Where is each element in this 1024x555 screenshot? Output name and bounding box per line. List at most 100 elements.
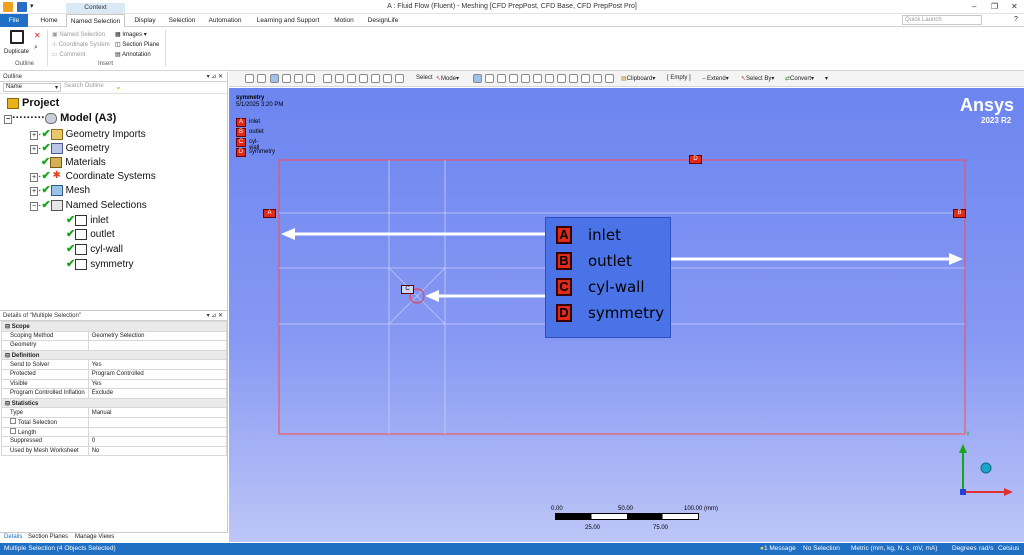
- zoom-out-icon[interactable]: [257, 74, 266, 83]
- section-plane-button[interactable]: ◫ Section Plane: [115, 41, 159, 48]
- select-vertex-icon[interactable]: [473, 74, 482, 83]
- tree-mesh[interactable]: + ·✔ Mesh: [30, 183, 90, 196]
- zoom-fit-icon[interactable]: [371, 74, 380, 83]
- units-menu[interactable]: Metric (mm, kg, N, s, mV, mA): [851, 545, 937, 552]
- property-value[interactable]: Yes: [87, 359, 228, 370]
- tab-selection[interactable]: Selection: [166, 14, 198, 27]
- mode-button[interactable]: ↖Mode▾: [436, 75, 459, 82]
- collapse-icon[interactable]: −: [4, 115, 13, 124]
- tab-manage-views[interactable]: Manage Views: [75, 534, 114, 540]
- restore-icon[interactable]: ❐: [991, 2, 998, 11]
- tab-details[interactable]: Details: [4, 534, 22, 540]
- tab-named-selection[interactable]: Named Selection: [66, 14, 125, 28]
- property-value[interactable]: Program Controlled: [87, 368, 228, 380]
- previous-view-icon[interactable]: [395, 74, 404, 83]
- tree-coordinate-systems[interactable]: + ·✔ ✱ Coordinate Systems: [30, 169, 156, 182]
- minimize-icon[interactable]: –: [972, 2, 976, 11]
- tag-c[interactable]: C: [401, 285, 414, 294]
- checkbox[interactable]: [10, 418, 16, 425]
- filter-icon[interactable]: ⌄: [115, 82, 122, 91]
- property-value[interactable]: Geometry Selection: [87, 330, 228, 342]
- delete-icon[interactable]: ✕: [34, 31, 41, 40]
- messages-indicator[interactable]: ●1 Message: [760, 545, 796, 552]
- group-scope[interactable]: ⊟ Scope: [1, 321, 227, 332]
- tag-b[interactable]: B: [953, 209, 966, 218]
- tree-project[interactable]: Project: [7, 97, 59, 109]
- select-all-icon[interactable]: [605, 74, 614, 83]
- group-statistics[interactable]: ⊟ Statistics: [1, 397, 227, 409]
- angular-velocity-units[interactable]: rad/s: [979, 545, 993, 552]
- named-selection-button[interactable]: ▣ Named Selection: [52, 31, 105, 38]
- toolbar-overflow-icon[interactable]: ▾: [825, 75, 828, 82]
- tab-file[interactable]: File: [0, 14, 28, 27]
- property-value[interactable]: [87, 340, 228, 351]
- tree-cyl-wall[interactable]: ✔ cyl-wall: [66, 242, 123, 255]
- tree-inlet[interactable]: ✔ inlet: [66, 213, 109, 226]
- select-edge-icon[interactable]: [485, 74, 494, 83]
- extend-button[interactable]: ⇔Extend▾: [701, 75, 729, 82]
- tree-named-selections[interactable]: − ·✔ Named Selections: [30, 198, 147, 211]
- close-window-icon[interactable]: ✕: [1011, 2, 1018, 11]
- tab-display[interactable]: Display: [130, 14, 160, 27]
- tree-outlet[interactable]: ✔ outlet: [66, 227, 115, 240]
- graphics-viewport[interactable]: symmetry 5/1/2025 3:20 PM Ansys 2023 R2 …: [229, 88, 1024, 542]
- comment-button[interactable]: ▭ Comment: [52, 51, 85, 58]
- quick-access-dropdown-icon[interactable]: ▾: [30, 2, 34, 10]
- property-value[interactable]: Exclude: [87, 388, 228, 399]
- expand-icon[interactable]: +: [30, 131, 39, 140]
- select-mesh-icon[interactable]: [557, 74, 566, 83]
- pin-close-icon[interactable]: ▾ ⊿ ✕: [207, 312, 223, 319]
- view-front-icon[interactable]: [282, 74, 291, 83]
- annotation-legend[interactable]: A inlet B outlet C cyl-wall D symmetry: [545, 217, 671, 338]
- tab-home[interactable]: Home: [36, 14, 62, 27]
- group-definition[interactable]: ⊟ Definition: [1, 349, 227, 361]
- expand-icon[interactable]: +: [30, 187, 39, 196]
- clipboard-button[interactable]: ▤Clipboard▾: [621, 75, 655, 82]
- angle-units[interactable]: Degrees: [952, 545, 977, 552]
- box-zoom-icon[interactable]: [359, 74, 368, 83]
- help-icon[interactable]: ?: [1014, 16, 1018, 23]
- select-button[interactable]: Select: [416, 75, 433, 81]
- select-face-icon[interactable]: [497, 74, 506, 83]
- save-icon[interactable]: [17, 2, 27, 12]
- temperature-units[interactable]: Celsius: [998, 545, 1019, 552]
- outline-filter-select[interactable]: Name ▾: [3, 83, 61, 92]
- coordinate-system-button[interactable]: ⊹ Coordinate System: [52, 41, 110, 48]
- tree-model[interactable]: − ········· Model (A3): [4, 112, 116, 124]
- tree-symmetry[interactable]: ✔ symmetry: [66, 257, 134, 270]
- property-value[interactable]: Yes: [87, 378, 228, 390]
- images-button[interactable]: ▦ Images ▾: [115, 31, 147, 38]
- convert-button[interactable]: ⇄Convert▾: [785, 75, 814, 82]
- tab-designlife[interactable]: DesignLife: [364, 14, 402, 27]
- expand-icon[interactable]: +: [30, 145, 39, 154]
- tag-d-top[interactable]: D: [689, 155, 702, 164]
- expand-icon[interactable]: +: [30, 173, 39, 182]
- tab-automation[interactable]: Automation: [205, 14, 245, 27]
- rotate-icon[interactable]: [323, 74, 332, 83]
- checkbox[interactable]: [10, 427, 16, 434]
- quick-launch-input[interactable]: Quick Launch: [902, 15, 982, 25]
- view-iso-icon[interactable]: [270, 74, 279, 83]
- tab-learning-support[interactable]: Learning and Support: [252, 14, 324, 27]
- magnifier-icon[interactable]: [383, 74, 392, 83]
- outline-search-input[interactable]: Search Outline: [64, 83, 112, 92]
- zoom-icon[interactable]: [347, 74, 356, 83]
- tree-geometry-imports[interactable]: + ·✔ Geometry Imports: [30, 127, 146, 140]
- tree-geometry[interactable]: + ·✔ Geometry: [30, 141, 110, 154]
- tab-motion[interactable]: Motion: [330, 14, 358, 27]
- select-body-icon[interactable]: [509, 74, 518, 83]
- view-top-icon[interactable]: [294, 74, 303, 83]
- tag-a[interactable]: A: [263, 209, 276, 218]
- select-by-button[interactable]: ↖Select By▾: [741, 75, 774, 82]
- tab-section-planes[interactable]: Section Planes: [28, 534, 68, 540]
- select-mesh-body-icon[interactable]: [593, 74, 602, 83]
- pin-close-icon[interactable]: ▾ ⊿ ✕: [207, 73, 223, 80]
- collapse-icon[interactable]: −: [30, 202, 39, 211]
- select-element-icon[interactable]: [533, 74, 542, 83]
- select-mesh-edge-icon[interactable]: [569, 74, 578, 83]
- find-icon[interactable]: ⌕: [34, 44, 38, 52]
- view-right-icon[interactable]: [306, 74, 315, 83]
- pan-icon[interactable]: [335, 74, 344, 83]
- annotation-button[interactable]: ▤ Annotation: [115, 51, 151, 58]
- select-body-element-icon[interactable]: [581, 74, 590, 83]
